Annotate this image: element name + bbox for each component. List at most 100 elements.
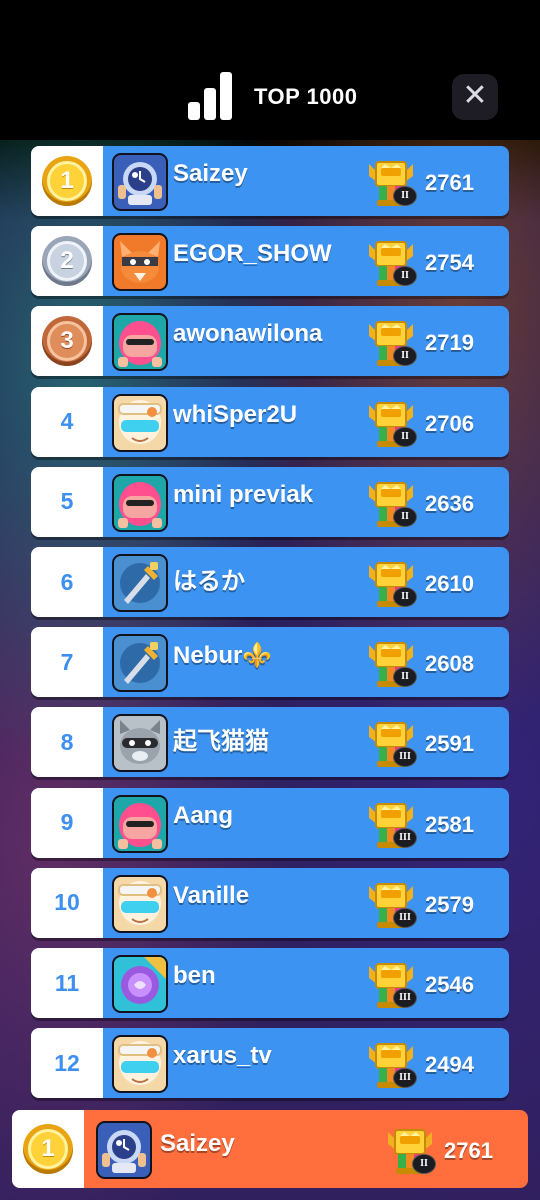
- leaderboard-row[interactable]: 10 Vanille III 2579: [31, 867, 509, 938]
- leaderboard-row[interactable]: 11 ben III 2546: [31, 948, 509, 1018]
- player-name: mini previak: [173, 480, 314, 508]
- league-badge: II: [412, 1154, 436, 1174]
- my-rank-cell: 1: [12, 1110, 84, 1188]
- gold-medal-icon: 1: [42, 156, 92, 206]
- player-score: 2719: [425, 330, 474, 356]
- player-avatar[interactable]: [112, 313, 168, 372]
- rank-cell: 11: [31, 948, 103, 1018]
- rank-cell: 6: [31, 547, 103, 617]
- league-badge: II: [393, 186, 417, 206]
- trophy-icon: II: [384, 1126, 436, 1176]
- player-score: 2494: [425, 1052, 474, 1078]
- trophy-icon: II: [365, 158, 417, 208]
- player-name: EGOR_SHOW: [173, 240, 332, 268]
- leaderboard-row[interactable]: 4 whiSper2U II 2706: [31, 386, 509, 457]
- leaderboard-row[interactable]: 6 はるか II 2610: [31, 547, 509, 617]
- rank-number: 1: [47, 161, 87, 201]
- league-badge: III: [393, 907, 417, 928]
- league-badge: III: [393, 827, 417, 848]
- rank-number: 6: [60, 568, 74, 595]
- trophy-icon: II: [365, 399, 417, 449]
- my-rank-row[interactable]: 1 Saizey II 2761: [12, 1110, 528, 1188]
- player-score: 2754: [425, 250, 474, 276]
- player-score: 2579: [425, 891, 474, 917]
- player-avatar[interactable]: [112, 714, 168, 773]
- leaderboard-row[interactable]: 8 起飞猫猫 III 2591: [31, 707, 509, 778]
- player-avatar[interactable]: [112, 634, 168, 693]
- close-icon: ✕: [462, 78, 488, 113]
- player-name: xarus_tv: [173, 1042, 272, 1070]
- league-badge: II: [393, 426, 417, 447]
- player-avatar[interactable]: [112, 1035, 168, 1094]
- close-button[interactable]: ✕: [452, 74, 498, 120]
- bronze-medal-icon: 3: [42, 316, 92, 367]
- leaderboard-row[interactable]: 2 EGOR_SHOW II 2754: [31, 226, 509, 297]
- rank-cell: 9: [31, 787, 103, 858]
- player-name: はるか: [173, 568, 245, 595]
- player-score: 2608: [425, 651, 474, 677]
- player-avatar[interactable]: [112, 393, 168, 452]
- rank-cell: 10: [31, 867, 103, 938]
- header-bar: TOP 1000 ✕: [0, 0, 540, 140]
- rank-number: 8: [60, 728, 74, 755]
- trophy-icon: II: [365, 238, 417, 288]
- rank-cell: 2: [31, 226, 103, 297]
- player-score: 2706: [425, 410, 474, 436]
- rank-number: 7: [60, 648, 74, 675]
- rank-cell: 4: [31, 386, 103, 457]
- player-name: Aang: [173, 801, 233, 829]
- rank-number: 4: [60, 408, 74, 435]
- player-name: Nebur⚜️: [173, 642, 273, 670]
- player-avatar[interactable]: [112, 554, 168, 612]
- player-score: 2761: [425, 170, 474, 195]
- player-avatar[interactable]: [112, 153, 168, 211]
- player-score: 2581: [425, 811, 474, 837]
- my-score: 2761: [444, 1138, 493, 1163]
- silver-medal-icon: 2: [42, 236, 92, 287]
- leaderboard-row[interactable]: 3 awonawilona II 2719: [31, 306, 509, 377]
- player-avatar[interactable]: [112, 955, 168, 1013]
- trophy-icon: II: [365, 559, 417, 609]
- league-badge: III: [393, 988, 417, 1008]
- trophy-icon: III: [365, 800, 417, 850]
- leaderboard-row[interactable]: 12 xarus_tv III 2494: [31, 1028, 509, 1099]
- my-avatar[interactable]: [96, 1121, 152, 1179]
- rank-number: 10: [54, 889, 80, 916]
- leaderboard-row[interactable]: 9 Aang III 2581: [31, 787, 509, 858]
- my-rank-number: 1: [28, 1129, 68, 1169]
- gold-medal-icon: 1: [23, 1124, 73, 1174]
- league-badge: II: [393, 587, 417, 607]
- player-name: Vanille: [173, 881, 250, 909]
- leaderboard-row[interactable]: 5 mini previak II 2636: [31, 466, 509, 537]
- player-avatar[interactable]: [112, 473, 168, 532]
- player-name: Saizey: [173, 160, 248, 187]
- player-avatar[interactable]: [112, 874, 168, 933]
- trophy-icon: III: [365, 880, 417, 930]
- rank-cell: 8: [31, 707, 103, 778]
- player-avatar[interactable]: [112, 233, 168, 292]
- trophy-icon: III: [365, 1040, 417, 1090]
- trophy-icon: III: [365, 719, 417, 769]
- rank-number: 9: [60, 809, 74, 836]
- leaderboard-row[interactable]: 7 Nebur⚜️ II 2608: [31, 627, 509, 698]
- trophy-icon: III: [365, 960, 417, 1010]
- my-name: Saizey: [160, 1130, 235, 1157]
- rank-cell: 1: [31, 146, 103, 216]
- player-score: 2636: [425, 490, 474, 516]
- trophy-icon: II: [365, 479, 417, 529]
- leaderboard-row[interactable]: 1 Saizey II 2761: [31, 146, 509, 216]
- player-score: 2610: [425, 571, 474, 596]
- player-name: awonawilona: [173, 320, 323, 348]
- player-name: whiSper2U: [173, 400, 298, 428]
- rank-cell: 3: [31, 306, 103, 377]
- rank-number: 11: [54, 969, 80, 996]
- league-badge: II: [393, 506, 417, 527]
- trophy-icon: II: [365, 318, 417, 368]
- player-score: 2546: [425, 972, 474, 997]
- rank-cell: 5: [31, 466, 103, 537]
- page-title: TOP 1000: [254, 84, 358, 109]
- rank-cell: 12: [31, 1028, 103, 1099]
- trophy-icon: II: [365, 639, 417, 689]
- player-name: 起飞猫猫: [173, 728, 269, 756]
- player-avatar[interactable]: [112, 794, 168, 853]
